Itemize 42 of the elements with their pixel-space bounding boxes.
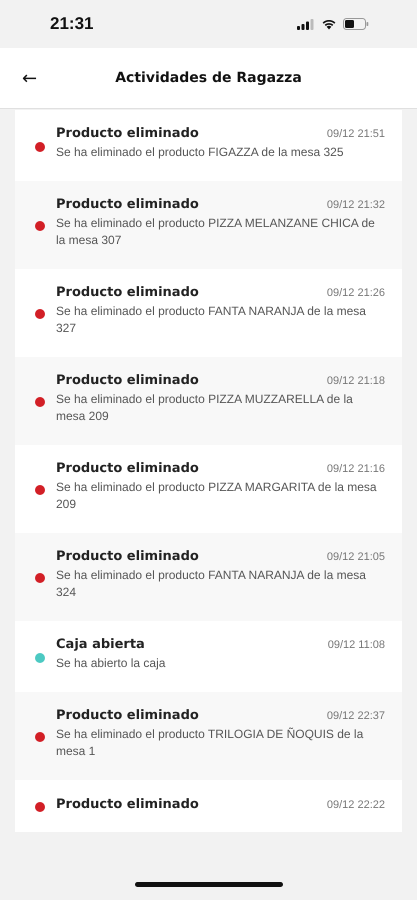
activity-title: Caja abierta bbox=[56, 637, 145, 652]
activity-title: Producto eliminado bbox=[56, 549, 199, 564]
activity-card[interactable]: Producto eliminado 09/12 21:26 Se ha eliminado el producto FANTA NARANJA de la mesa 327 bbox=[15, 269, 402, 357]
status-time: 21:31 bbox=[50, 14, 94, 34]
activity-time: 09/12 21:05 bbox=[326, 551, 385, 563]
activity-time: 09/12 22:37 bbox=[326, 710, 385, 722]
activity-description: Se ha eliminado el producto FIGAZZA de la mesa 325 bbox=[56, 144, 344, 161]
activity-time: 09/12 21:18 bbox=[326, 375, 385, 387]
activity-description: Se ha eliminado el producto FANTA NARANJA de la mesa 324 bbox=[56, 567, 367, 601]
activity-title: Producto eliminado bbox=[56, 461, 199, 476]
activity-title: Producto eliminado bbox=[56, 126, 199, 141]
activity-card[interactable]: Producto eliminado 09/12 22:22 bbox=[15, 780, 402, 832]
activity-title: Producto eliminado bbox=[56, 285, 199, 300]
activity-time: 09/12 21:51 bbox=[326, 128, 385, 140]
activity-description: Se ha abierto la caja bbox=[56, 655, 166, 672]
activity-card[interactable]: Caja abierta 09/12 11:08 Se ha abierto la caja bbox=[15, 621, 402, 692]
activity-description: Se ha eliminado el producto PIZZA MARGARITA de la mesa 209 bbox=[56, 479, 378, 513]
activity-time: 09/12 11:08 bbox=[328, 639, 385, 651]
activity-card[interactable]: Producto eliminado 09/12 21:18 Se ha eliminado el producto PIZZA MUZZARELLA de la mesa 209 bbox=[15, 357, 402, 445]
wifi-icon bbox=[321, 18, 337, 30]
home-indicator[interactable] bbox=[134, 882, 282, 886]
activity-card[interactable]: Producto eliminado 09/12 21:32 Se ha eliminado el producto PIZZA MELANZANE CHICA de la mesa 307 bbox=[15, 181, 402, 269]
activity-description: Se ha eliminado el producto PIZZA MELANZANE CHICA de la mesa 307 bbox=[56, 215, 376, 249]
back-button[interactable]: ← bbox=[16, 68, 44, 88]
activity-description: Se ha eliminado el producto PIZZA MUZZARELLA de la mesa 209 bbox=[56, 391, 354, 425]
battery-icon bbox=[343, 18, 369, 30]
activity-time: 09/12 22:22 bbox=[326, 798, 385, 810]
signal-icon bbox=[297, 18, 315, 30]
activity-title: Producto eliminado bbox=[56, 708, 199, 723]
activity-title: Producto eliminado bbox=[56, 796, 199, 812]
activity-description: Se ha eliminado el producto TRILOGIA DE ÑOQUIS de la mesa 1 bbox=[56, 726, 364, 760]
activity-time: 09/12 21:16 bbox=[326, 463, 385, 475]
activity-card[interactable]: Producto eliminado 09/12 21:51 Se ha eliminado el producto FIGAZZA de la mesa 325 bbox=[15, 110, 402, 181]
activity-card[interactable]: Producto eliminado 09/12 22:37 Se ha eliminado el producto TRILOGIA DE ÑOQUIS de la mesa 1 bbox=[15, 692, 402, 780]
activity-title: Producto eliminado bbox=[56, 197, 199, 212]
activity-description: Se ha eliminado el producto FANTA NARANJA de la mesa 327 bbox=[56, 303, 367, 337]
screen-title: Actividades de Ragazza bbox=[115, 70, 302, 86]
activity-title: Producto eliminado bbox=[56, 373, 199, 388]
activity-time: 09/12 21:32 bbox=[326, 199, 385, 211]
activity-card[interactable]: Producto eliminado 09/12 21:16 Se ha eliminado el producto PIZZA MARGARITA de la mesa 209 bbox=[15, 445, 402, 533]
activity-time: 09/12 21:26 bbox=[326, 287, 385, 299]
activity-card[interactable]: Producto eliminado 09/12 21:05 Se ha eliminado el producto FANTA NARANJA de la mesa 324 bbox=[15, 533, 402, 621]
